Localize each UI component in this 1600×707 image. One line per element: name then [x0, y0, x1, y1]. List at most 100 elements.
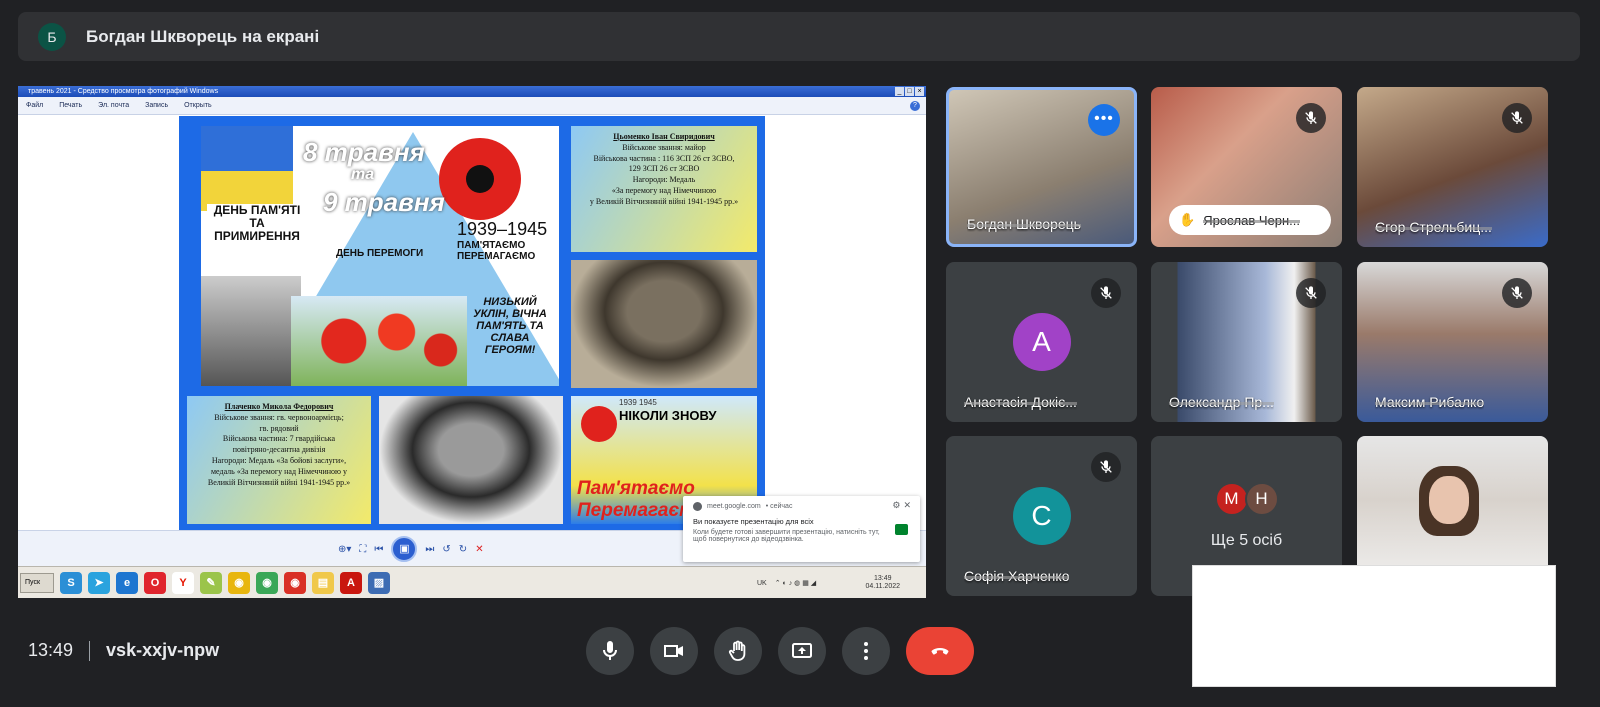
poster-years: 1939–1945: [457, 219, 548, 239]
participant-tile[interactable]: Олександр Пр...: [1151, 262, 1342, 422]
chrome-icon-3[interactable]: ◉: [284, 571, 306, 594]
card1-line: Військове звання: майор: [622, 142, 706, 152]
other-avatar: Н: [1244, 482, 1279, 516]
zoom-icon[interactable]: ⊕▾: [338, 544, 351, 555]
rotate-left-icon[interactable]: ↺: [442, 544, 450, 555]
toast-when: • сейчас: [765, 503, 793, 510]
paint-icon[interactable]: ✎: [200, 571, 222, 594]
card1-line: Військова частина : 116 ЗСП 26 ст ЗСВО,: [593, 153, 735, 163]
mic-button[interactable]: [586, 627, 634, 675]
mic-icon: [603, 641, 617, 660]
folder-icon[interactable]: ▤: [312, 571, 334, 594]
others-count-label: Ще 5 осіб: [1210, 532, 1283, 549]
card2-line: повітряно-десантна дивізія: [232, 445, 326, 455]
soldier-card-1-name: Цьоменко Іван Свиридович: [613, 132, 715, 141]
next-icon[interactable]: ⏭: [425, 544, 434, 555]
prev-icon[interactable]: ⏮: [374, 544, 383, 555]
menu-open: Открыть: [184, 102, 212, 109]
maximize-icon: □: [905, 87, 914, 96]
blank-overlay: [1192, 565, 1556, 687]
participant-name: Максим Рибалко: [1375, 394, 1485, 410]
more-options-button[interactable]: [842, 627, 890, 675]
tray-time: 13:49: [873, 574, 892, 582]
tray-date: 04.11.2022: [865, 583, 900, 590]
rotate-right-icon[interactable]: ↻: [459, 544, 467, 555]
tray-icons: ⌃ ◐ ♪ ◍ ▦ ◢: [774, 580, 817, 587]
presenter-avatar: Б: [38, 22, 66, 51]
pdf-icon[interactable]: A: [340, 571, 362, 594]
mic-off-icon: [1502, 278, 1532, 308]
toast-controls[interactable]: ⚙✕: [892, 500, 914, 511]
globe-icon: [693, 502, 702, 511]
photo-viewer-icon[interactable]: ▨: [368, 571, 390, 594]
never-again-text: НІКОЛИ ЗНОВУ: [619, 408, 717, 423]
call-controls: [586, 627, 974, 675]
camera-button[interactable]: [650, 627, 698, 675]
poster-image: 8 травня та 9 травня ДЕНЬ ПАМ'ЯТІ ТА ПРИ…: [179, 116, 765, 530]
poster-date1: 8 травня: [303, 137, 425, 167]
participant-name: Ярослав Черн...: [1203, 212, 1301, 228]
meet-presenting-notification[interactable]: meet.google.com • сейчас ⚙✕ Ви показуєте…: [683, 496, 920, 562]
participant-tile[interactable]: С Софія Харченко: [946, 436, 1137, 596]
card1-line: «За перемогу над Німеччиною: [611, 185, 717, 195]
leave-call-button[interactable]: [906, 627, 974, 675]
presentation-stream[interactable]: травень 2021 - Средство просмотра фотогр…: [18, 86, 926, 598]
meet-icon: [895, 524, 908, 535]
present-button[interactable]: [778, 627, 826, 675]
ie-icon[interactable]: e: [116, 571, 138, 594]
clock: 13:49: [28, 640, 74, 660]
poster-ta: та: [351, 166, 375, 183]
skype-icon[interactable]: S: [60, 571, 82, 594]
minimize-icon: _: [895, 87, 904, 96]
poppy-icon: [439, 138, 521, 220]
menu-burn: Запись: [145, 102, 169, 109]
participant-face: [1429, 476, 1469, 524]
camera-icon: [664, 645, 683, 657]
participant-name: Богдан Шкворець: [967, 216, 1081, 232]
participant-tile[interactable]: ✋ Ярослав Черн...: [1151, 87, 1342, 247]
participant-tile-self[interactable]: ••• Богдан Шкворець: [946, 87, 1137, 247]
menu-email: Эл. почта: [98, 102, 130, 109]
menu-print: Печать: [59, 102, 83, 109]
card1-line: у Великій Вітчизняній війні 1941-1945 рр…: [589, 196, 739, 206]
present-icon: [792, 643, 812, 658]
opera-icon[interactable]: O: [144, 571, 166, 594]
meeting-code[interactable]: vsk-xxjv-npw: [106, 640, 219, 661]
menu-file: Файл: [26, 102, 44, 109]
mic-off-icon: [1091, 278, 1121, 308]
participant-avatar: А: [1012, 313, 1071, 371]
delete-icon[interactable]: ✕: [475, 544, 483, 555]
participant-tile[interactable]: Максим Рибалко: [1357, 262, 1548, 422]
chrome-icon[interactable]: ◉: [228, 571, 250, 594]
raise-hand-button[interactable]: [714, 627, 762, 675]
chrome-icon-2[interactable]: ◉: [256, 571, 278, 594]
start-button[interactable]: Пуск: [20, 572, 54, 593]
slideshow-button[interactable]: ▣: [391, 536, 418, 562]
divider: [89, 640, 91, 661]
card2-line: Військова частина: 7 гвардійська: [222, 434, 336, 444]
poster-main-panel: 8 травня та 9 травня ДЕНЬ ПАМ'ЯТІ ТА ПРИ…: [201, 126, 559, 386]
card2-line: Нагороди: Медаль «За бойові заслуги»,: [211, 455, 347, 465]
poster-victory-day: ДЕНЬ ПЕРЕМОГИ: [336, 248, 424, 259]
tray-clock[interactable]: 13:49 04.11.2022: [865, 575, 900, 592]
hand-icon: [728, 640, 746, 661]
soldier-card-2: Плаченко Микола Федорович Військове зван…: [187, 396, 371, 524]
never-again-years: 1939 1945: [619, 398, 657, 407]
card2-line: гв. рядовий: [259, 423, 299, 433]
participant-tile[interactable]: Єгор Стрельбиц...: [1357, 87, 1548, 247]
poster-remember: ПАМ'ЯТАЄМО ПЕРЕМАГАЄМО: [457, 240, 536, 262]
mic-off-icon: [1091, 452, 1121, 482]
other-avatar: М: [1214, 482, 1249, 516]
participant-avatar: С: [1012, 487, 1071, 545]
telegram-icon[interactable]: ➤: [88, 571, 110, 594]
participant-name: Єгор Стрельбиц...: [1375, 219, 1492, 235]
participant-tile[interactable]: А Анастасія Докіє...: [946, 262, 1137, 422]
language-indicator[interactable]: UK: [757, 580, 767, 587]
mic-off-icon: [1502, 103, 1532, 133]
more-options-icon[interactable]: •••: [1088, 104, 1120, 136]
yandex-icon[interactable]: Y: [172, 571, 194, 594]
card2-line: медаль «За перемогу над Німеччиною у: [210, 466, 348, 476]
card2-line: Військове звання: гв. червоноармієць;: [214, 412, 344, 422]
fit-icon[interactable]: ⛶: [359, 544, 366, 555]
viewer-title-bar: травень 2021 - Средство просмотра фотогр…: [18, 86, 926, 97]
